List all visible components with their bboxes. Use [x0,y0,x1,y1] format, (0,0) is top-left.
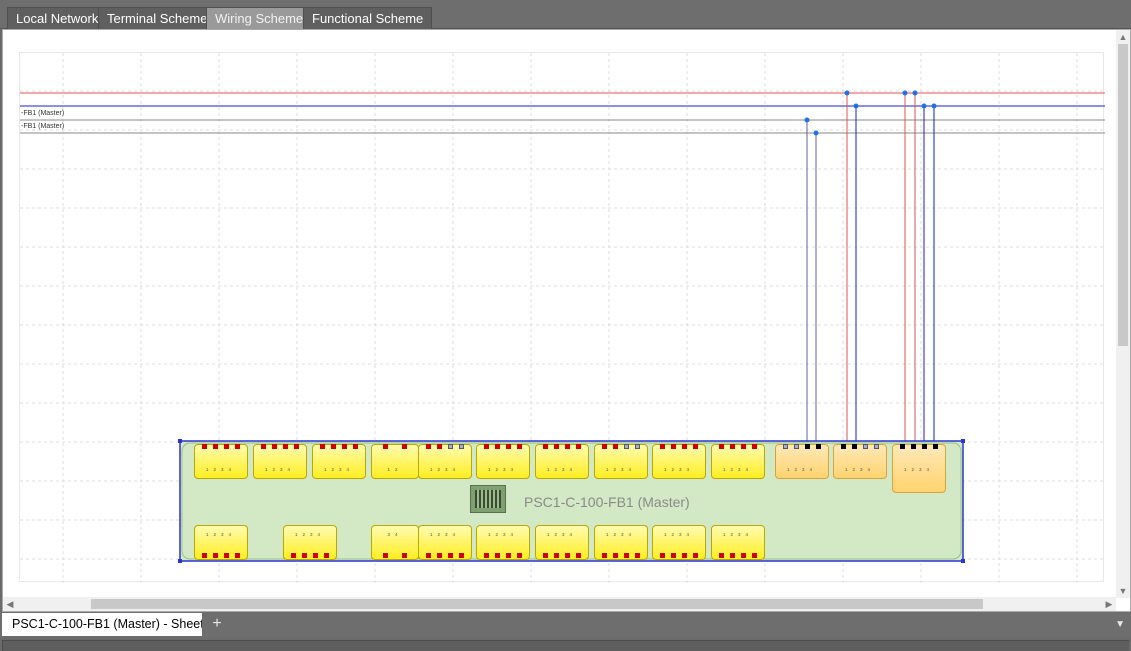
chevron-down-icon[interactable]: ▼ [1116,584,1130,598]
power-module[interactable]: 1234 [833,444,887,479]
io-module[interactable]: 1234 [652,525,706,560]
dropdown-arrow-icon[interactable]: ▼ [1115,619,1125,630]
chevron-left-icon[interactable]: ◀ [3,597,17,611]
device-icon [470,485,506,513]
status-bar [2,640,1129,651]
io-module[interactable]: 34 [371,525,419,560]
io-module[interactable]: 1234 [711,444,765,479]
io-module[interactable]: 1234 [535,525,589,560]
vertical-scroll-thumb[interactable] [1118,44,1128,346]
io-module[interactable]: 1234 [283,525,337,560]
device-title: PSC1-C-100-FB1 (Master) [524,494,690,510]
io-module[interactable]: 1234 [476,444,530,479]
io-module[interactable]: 1234 [652,444,706,479]
io-module[interactable]: 1234 [312,444,366,479]
io-module[interactable]: 1234 [535,444,589,479]
connection-wires[interactable] [806,93,935,446]
io-module[interactable]: 1234 [418,444,472,479]
tab-terminal-scheme[interactable]: Terminal Scheme [98,7,217,29]
io-module[interactable]: 1234 [418,525,472,560]
scheme-tab-bar: Local Network Terminal Scheme Wiring Sch… [0,0,1131,29]
wiring-scheme-window: Local Network Terminal Scheme Wiring Sch… [0,0,1131,651]
power-module[interactable]: 1234 [775,444,829,479]
io-module[interactable]: 1234 [476,525,530,560]
bus-module[interactable]: 1234 [892,444,946,493]
io-module[interactable]: 1234 [594,525,648,560]
sheet-tab-bar: PSC1-C-100-FB1 (Master) - Sheet 1 + ▼ [0,612,1131,637]
tab-functional-scheme[interactable]: Functional Scheme [303,7,433,29]
chevron-right-icon[interactable]: ▶ [1102,597,1116,611]
io-module[interactable]: 1234 [194,444,248,479]
tab-local-network[interactable]: Local Network [7,7,108,29]
chevron-up-icon[interactable]: ▲ [1116,30,1130,44]
net-label-fb1-b: -FB1 (Master) [21,123,65,130]
io-module[interactable]: 1234 [253,444,307,479]
vertical-scrollbar[interactable]: ▲ ▼ [1116,30,1130,598]
add-sheet-button[interactable]: + [207,614,227,634]
io-module[interactable]: 1234 [711,525,765,560]
wiring-canvas[interactable]: -FB1 (Master) -FB1 (Master) 1234 1234 12… [19,52,1105,583]
horizontal-scrollbar[interactable]: ◀ ▶ [3,597,1116,611]
io-module[interactable]: 1234 [194,525,248,560]
io-module[interactable]: 1234 [594,444,648,479]
wiring-document: -FB1 (Master) -FB1 (Master) 1234 1234 12… [2,29,1131,612]
net-label-fb1-a: -FB1 (Master) [21,110,65,117]
sheet-tab[interactable]: PSC1-C-100-FB1 (Master) - Sheet 1 [2,613,202,636]
tab-wiring-scheme[interactable]: Wiring Scheme [206,7,313,29]
junction-dots [804,90,937,136]
horizontal-scroll-thumb[interactable] [91,599,983,609]
io-module[interactable]: 12 [371,444,419,479]
